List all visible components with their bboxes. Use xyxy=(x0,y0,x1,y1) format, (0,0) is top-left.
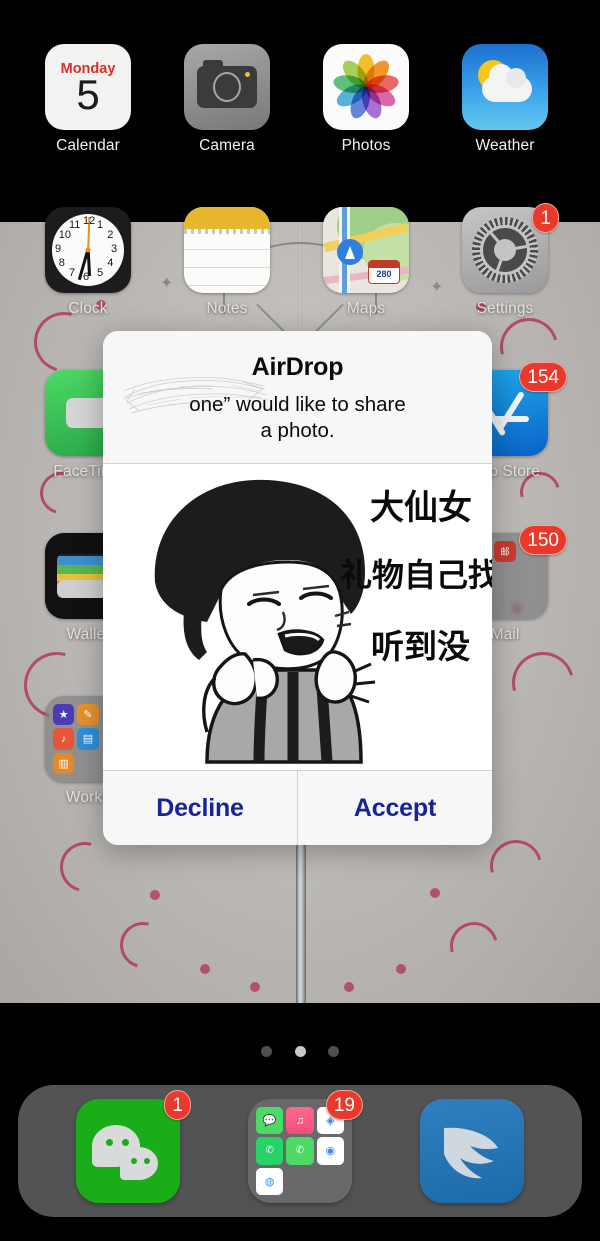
filigree-dot xyxy=(430,888,440,898)
dock: 1 💬 ♫ ◈ ✆ ✆ ◉ ◍ 19 xyxy=(18,1085,582,1217)
mini-books-icon: ▥ xyxy=(53,752,75,774)
airdrop-message: one” would like to share a photo. xyxy=(121,392,474,444)
app-label: Settings xyxy=(476,300,534,317)
filigree-dot xyxy=(396,964,406,974)
mini-garageband-icon: ♪ xyxy=(53,728,75,750)
maps-route-number: 280 xyxy=(376,269,392,279)
app-label: Photos xyxy=(341,137,391,154)
decline-button[interactable]: Decline xyxy=(103,771,297,845)
clock-numeral: 4 xyxy=(107,257,114,269)
meme-text-line-1: 大仙女 xyxy=(370,488,472,528)
app-clock[interactable]: 1 2 3 4 5 6 7 8 9 10 11 12 Clock xyxy=(36,207,140,318)
airdrop-dialog: AirDrop one” would like to share a photo… xyxy=(103,331,492,845)
mini-empty xyxy=(519,565,540,586)
maps-icon[interactable]: 280 xyxy=(323,207,409,293)
accept-button[interactable]: Accept xyxy=(298,771,492,845)
badge-app-store: 154 xyxy=(519,362,567,392)
mini-chrome-icon: ◉ xyxy=(316,1137,344,1165)
app-label: Calendar xyxy=(56,137,120,154)
airdrop-photo-preview: 大仙女 礼物自己找 听到没 xyxy=(103,464,492,770)
dock-item-wechat[interactable]: 1 xyxy=(76,1090,191,1203)
page-dot[interactable] xyxy=(261,1046,273,1057)
filigree-dot xyxy=(250,982,260,992)
dingtalk-icon[interactable] xyxy=(420,1099,524,1203)
app-photos[interactable]: Photos xyxy=(314,44,418,155)
badge-folder: 19 xyxy=(325,1090,363,1120)
calendar-icon[interactable]: Monday 5 xyxy=(45,44,131,130)
meme-image: 大仙女 礼物自己找 听到没 xyxy=(103,464,492,770)
app-label: Clock xyxy=(68,300,108,317)
airdrop-header: AirDrop one” would like to share a photo… xyxy=(103,331,492,463)
app-settings[interactable]: 1 Settings xyxy=(453,203,559,318)
clock-numeral: 10 xyxy=(58,229,71,241)
mini-phone-icon: ✆ xyxy=(286,1137,314,1165)
app-calendar[interactable]: Monday 5 Calendar xyxy=(36,44,140,155)
clock-numeral: 7 xyxy=(69,267,76,280)
clock-icon[interactable]: 1 2 3 4 5 6 7 8 9 10 11 12 xyxy=(45,207,131,293)
iphone-screen: ✦✦✦✦✦✦✦✦✦✦ Monday 5 Calendar Camera Phot… xyxy=(0,0,600,1241)
app-maps[interactable]: 280 Maps xyxy=(314,207,418,318)
clock-numeral: 12 xyxy=(83,215,96,227)
app-label: Maps xyxy=(346,300,386,317)
calendar-day-number: 5 xyxy=(76,71,100,118)
weather-icon[interactable] xyxy=(462,44,548,130)
page-dot-active[interactable] xyxy=(294,1046,306,1057)
mini-music-icon: ♫ xyxy=(286,1107,314,1135)
filigree-dot xyxy=(200,964,210,974)
app-label: Camera xyxy=(199,137,255,154)
clock-numeral: 3 xyxy=(111,243,118,255)
filigree-dot xyxy=(150,890,160,900)
clock-numeral: 1 xyxy=(97,218,104,231)
app-camera[interactable]: Camera xyxy=(175,44,279,155)
app-weather[interactable]: Weather xyxy=(453,44,557,155)
badge-mail-folder: 150 xyxy=(519,525,567,555)
filigree-star: ✦ xyxy=(160,275,174,292)
clock-numeral: 9 xyxy=(55,243,62,255)
page-dots[interactable] xyxy=(0,1044,600,1062)
filigree-dot xyxy=(344,982,354,992)
dock-item-folder[interactable]: 💬 ♫ ◈ ✆ ✆ ◉ ◍ 19 xyxy=(248,1090,363,1203)
app-label: Notes xyxy=(206,300,248,317)
mini-whatsapp-icon: ✆ xyxy=(256,1137,284,1165)
mini-imovie-icon: ★ xyxy=(53,704,75,726)
airdrop-actions: Decline Accept xyxy=(103,771,492,845)
mini-empty xyxy=(77,753,98,774)
airdrop-title: AirDrop xyxy=(251,353,344,381)
mini-pages-icon: ✎ xyxy=(77,704,99,726)
clock-numeral: 8 xyxy=(58,257,65,269)
clock-numeral: 5 xyxy=(97,267,104,280)
mini-keynote-icon: ▤ xyxy=(77,728,99,750)
notes-icon[interactable] xyxy=(184,207,270,293)
mini-empty xyxy=(317,1168,344,1195)
app-notes[interactable]: Notes xyxy=(175,207,279,318)
airdrop-message-line2: a photo. xyxy=(260,419,335,442)
mini-mail-cn-icon: 邮 xyxy=(494,541,516,563)
photos-icon[interactable] xyxy=(323,44,409,130)
mini-empty xyxy=(286,1168,313,1195)
clock-numeral: 11 xyxy=(69,218,81,231)
meme-text-line-2: 礼物自己找 xyxy=(339,556,492,594)
app-label: Weather xyxy=(475,137,535,154)
meme-text-line-3: 听到没 xyxy=(371,627,470,666)
filigree-star: ✦ xyxy=(430,279,444,296)
clock-numeral: 6 xyxy=(83,271,90,283)
mini-qq-icon: ◍ xyxy=(256,1167,284,1195)
clock-numeral: 2 xyxy=(107,229,114,241)
airdrop-message-line1: one” would like to share xyxy=(189,393,406,416)
badge-settings: 1 xyxy=(532,203,559,233)
mini-messages-icon: 💬 xyxy=(256,1107,284,1135)
mini-empty xyxy=(494,565,515,586)
camera-icon[interactable] xyxy=(184,44,270,130)
wechat-icon[interactable] xyxy=(76,1099,180,1203)
badge-wechat: 1 xyxy=(164,1090,191,1120)
page-dot[interactable] xyxy=(327,1046,339,1057)
dock-item-dingtalk[interactable] xyxy=(420,1099,524,1203)
